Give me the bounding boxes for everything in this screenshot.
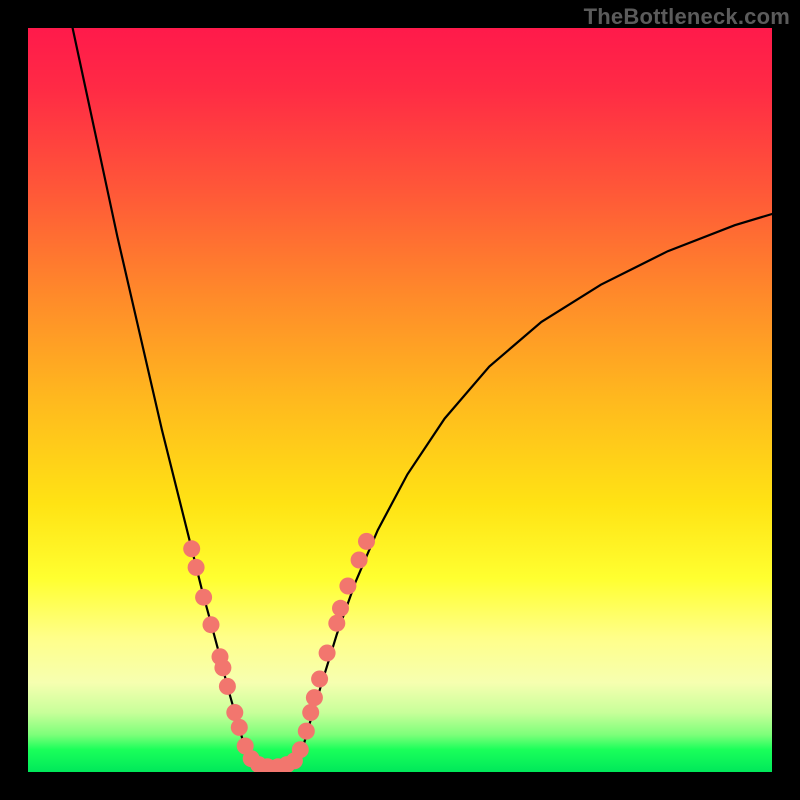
highlight-dot bbox=[311, 671, 328, 688]
highlight-dot bbox=[339, 578, 356, 595]
highlight-dot bbox=[219, 678, 236, 695]
highlight-dot bbox=[319, 645, 336, 662]
highlight-dot bbox=[188, 559, 205, 576]
highlight-dot bbox=[298, 723, 315, 740]
highlight-dot bbox=[292, 741, 309, 758]
highlight-dot bbox=[332, 600, 349, 617]
curve-layer bbox=[28, 28, 772, 772]
bottleneck-curve bbox=[73, 28, 772, 768]
plot-area bbox=[28, 28, 772, 772]
highlight-dots bbox=[183, 533, 375, 772]
highlight-dot bbox=[203, 616, 220, 633]
watermark-text: TheBottleneck.com bbox=[584, 4, 790, 30]
highlight-dot bbox=[195, 589, 212, 606]
highlight-dot bbox=[358, 533, 375, 550]
highlight-dot bbox=[231, 719, 248, 736]
highlight-dot bbox=[302, 704, 319, 721]
highlight-dot bbox=[306, 689, 323, 706]
highlight-dot bbox=[183, 540, 200, 557]
highlight-dot bbox=[351, 552, 368, 569]
chart-frame: TheBottleneck.com bbox=[0, 0, 800, 800]
highlight-dot bbox=[214, 659, 231, 676]
highlight-dot bbox=[226, 704, 243, 721]
highlight-dot bbox=[328, 615, 345, 632]
